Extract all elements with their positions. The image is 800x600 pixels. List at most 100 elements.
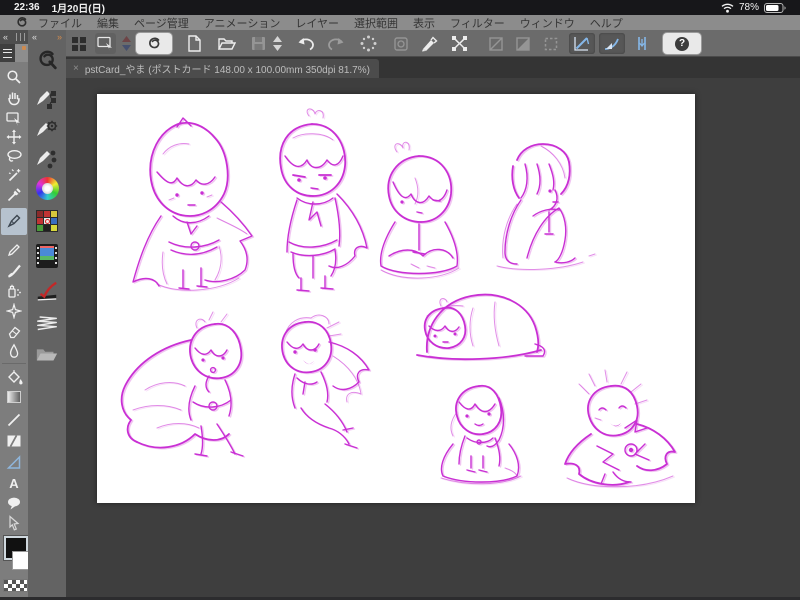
tool-eraser[interactable] [4,322,24,340]
pen-dots-icon [37,150,57,169]
tool-pencil[interactable] [4,241,24,259]
clip-studio-q-button[interactable] [35,47,59,73]
filter-button-disabled [390,33,411,54]
spring-coil-icon [37,316,57,331]
subtool-gear-button[interactable] [35,118,59,140]
tool-eyedropper[interactable] [4,186,24,204]
tool-blend[interactable] [4,342,24,360]
undo-icon [298,38,314,51]
palette-swatch-selected [44,218,50,224]
orange-marker-icon [22,46,26,50]
tool-ruler[interactable] [4,453,24,471]
tool-pen[interactable] [4,212,24,230]
tool-decoration[interactable] [4,302,24,320]
menu-file[interactable]: ファイル [38,15,82,31]
open-file-button[interactable] [216,33,237,54]
drag-grip-icon[interactable] [16,33,25,41]
snap-to-grid-button[interactable] [629,33,655,54]
mesh-transform-button[interactable] [449,33,470,54]
tab-tool-alt[interactable] [15,44,28,62]
clip-studio-logo[interactable] [14,16,30,29]
object-cursor-icon [9,515,20,531]
sketch-character-9 [564,369,678,489]
gesture-dots-button[interactable] [358,33,379,54]
snap-to-ruler-button[interactable] [569,33,595,54]
pen-icon [7,214,21,228]
tab-tool-list[interactable] [0,44,15,62]
tool-object[interactable] [4,514,24,532]
clip-studio-launcher-button[interactable] [136,33,172,54]
menu-view[interactable]: 表示 [413,15,435,31]
clock: 22:36 [14,2,40,13]
tool-line[interactable] [4,411,24,429]
save-icon [252,37,265,50]
app-grid-button[interactable] [68,33,89,54]
undo-button[interactable] [295,33,316,54]
tool-brush[interactable] [4,262,24,280]
spring-3d-button[interactable] [35,312,59,334]
text-tool-icon: A [9,475,19,491]
blend-touch-button[interactable] [419,33,440,54]
sketch-layer [120,108,678,489]
document-tab-bar: × pstCard_やま (ポストカード 148.00 x 100.00mm 3… [62,57,800,78]
decoration-star-icon [6,303,22,319]
menu-help[interactable]: ヘルプ [590,15,623,31]
menu-bar: ファイル 編集 ページ管理 アニメーション レイヤー 選択範囲 表示 フィルター… [0,15,800,30]
tool-frame-border[interactable] [4,432,24,450]
color-wheel-icon[interactable] [36,177,59,200]
frame-border-icon [7,435,21,447]
tool-gradient[interactable] [4,388,24,406]
tool-zoom[interactable] [4,68,24,86]
canvas-stepper[interactable] [119,33,133,54]
tool-lasso[interactable] [4,147,24,165]
tool-hand[interactable] [4,89,24,107]
animation-film-icon[interactable] [36,244,58,268]
document-tab[interactable]: × pstCard_やま (ポストカード 148.00 x 100.00mm 3… [64,59,379,78]
tool-fill-bucket[interactable] [4,368,24,386]
menu-layer[interactable]: レイヤー [295,15,339,31]
menu-edit[interactable]: 編集 [97,15,119,31]
battery-icon [764,2,786,13]
tool-move[interactable] [4,128,24,146]
snap-ruler-icon [574,37,590,51]
help-button[interactable]: ? [663,33,701,54]
menu-window[interactable]: ウィンドウ [520,15,575,31]
expand-icon[interactable]: » [57,32,62,42]
canvas-page[interactable] [97,94,695,503]
menu-filter[interactable]: フィルター [450,15,505,31]
color-set-palette-icon[interactable] [36,210,58,232]
tool-magic-wand[interactable] [4,166,24,184]
menu-animation[interactable]: アニメーション [204,15,281,31]
collapse-icon[interactable]: « [3,32,8,42]
tool-balloon[interactable] [4,494,24,512]
clip-studio-swirl-icon [149,37,160,49]
lasso-icon [6,150,22,162]
transparent-color-swatch[interactable] [3,579,28,592]
layer-op-disabled-3 [540,33,561,54]
sketch-character-8 [440,384,524,486]
battery-percent: 78% [738,2,759,13]
menu-selection[interactable]: 選択範囲 [354,15,398,31]
palette-swatch [37,225,43,231]
menu-page-management[interactable]: ページ管理 [134,15,189,31]
tool-separator [2,363,26,364]
palette-swatch [44,225,50,231]
blend-drop-icon [9,343,19,358]
brush-check-button[interactable] [35,280,59,304]
close-tab-icon[interactable]: × [73,63,79,74]
subtool-squares-button[interactable] [35,88,59,110]
tool-text[interactable]: A [4,474,24,492]
subtool-dots-button[interactable] [35,148,59,170]
brush-icon [7,264,21,278]
page-stepper[interactable] [270,33,284,54]
screen-settings-button[interactable] [95,33,116,54]
open-folder-icon [217,38,236,50]
half-filled-square-icon [515,36,530,51]
new-file-button[interactable] [184,33,205,54]
material-folder-button[interactable] [35,344,59,364]
canvas-pasteboard[interactable] [66,78,800,600]
collapse-icon-2[interactable]: « [32,32,37,42]
tool-navigate[interactable] [4,109,24,127]
tool-airbrush[interactable] [4,282,24,300]
snap-to-special-ruler-button[interactable] [599,33,625,54]
